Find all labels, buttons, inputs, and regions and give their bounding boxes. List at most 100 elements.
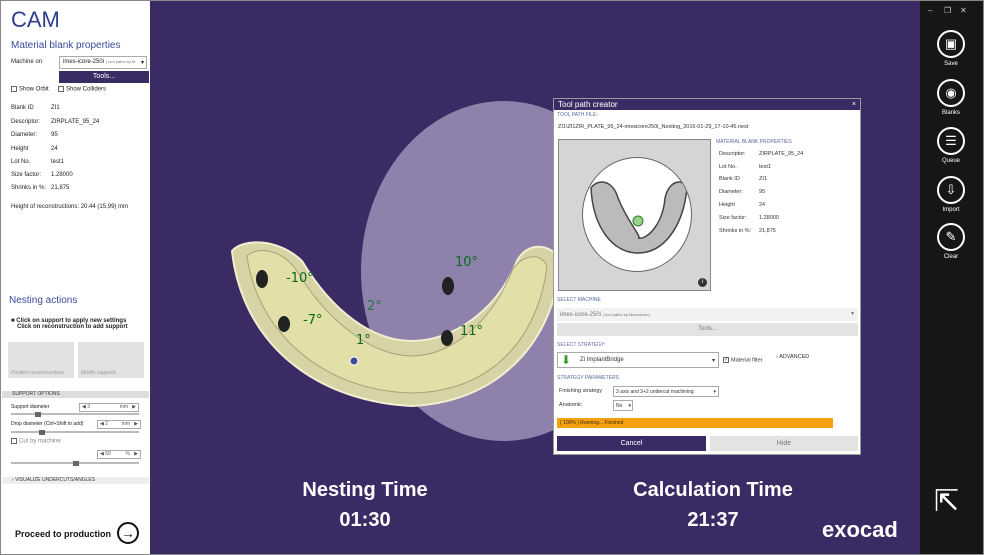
slider-handle[interactable]	[35, 412, 41, 417]
finishing-strategy-value: 3 axis and 3+2 undercut machining	[616, 389, 694, 395]
stepper-value: 2	[105, 421, 109, 427]
clear-icon: ✎	[937, 223, 965, 251]
drop-diameter-stepper[interactable]: ◀ 2 mm ▶	[97, 420, 141, 429]
blanks-button[interactable]: ◉ Blanks	[934, 79, 968, 116]
prop-label: Lot No.	[719, 164, 737, 170]
prop-value: 21,875	[759, 228, 776, 234]
tools-button[interactable]: Tools...	[59, 71, 149, 83]
material-filter-checkbox[interactable]: ✓ Material filter	[723, 357, 762, 363]
clear-button[interactable]: ✎ Clear	[934, 223, 968, 260]
angle-label: 2°	[367, 299, 382, 314]
support-options-header: SUPPORT OPTIONS	[2, 391, 149, 398]
cancel-button[interactable]: Cancel	[557, 436, 706, 451]
strategy-params-label: STRATEGY PARAMETERS	[557, 375, 619, 381]
close-icon[interactable]: ×	[852, 99, 856, 110]
prop-label: Diameter:	[11, 132, 38, 138]
prop-value: 95	[759, 189, 766, 195]
percent-stepper[interactable]: ◀ 50% ▶	[97, 450, 141, 459]
angle-label: -10°	[286, 271, 314, 286]
progress-text: ( 100% ) Running... Finished	[560, 420, 624, 426]
prop-value: 1.28000	[759, 215, 779, 221]
restore-icon[interactable]: ❐	[944, 6, 951, 15]
calculation-time-label: Calculation Time	[633, 479, 793, 501]
support-diameter-label: Support diameter	[11, 404, 50, 410]
tools-button[interactable]: Tools...	[557, 323, 858, 336]
close-icon[interactable]: ✕	[960, 6, 967, 15]
prop-row: Height 24	[11, 146, 58, 152]
proceed-to-production-button[interactable]: →	[117, 522, 139, 544]
prop-label: Descriptor:	[719, 151, 746, 157]
chevron-down-icon: ▾	[713, 389, 716, 395]
chevron-down-icon: ▾	[140, 60, 144, 66]
machine-select[interactable]: imes-icore-250i ( tool paths by Mecadcom…	[557, 308, 858, 321]
strategy-value: Zi ImplantBridge	[580, 357, 624, 363]
nesting-time-value: 01:30	[339, 509, 391, 531]
anatomic-value: No	[616, 403, 623, 409]
machine-select[interactable]: imes-icore-250i ( tool paths by M ▾	[59, 56, 147, 69]
dialog-titlebar[interactable]: Tool path creator ×	[554, 99, 860, 110]
import-button[interactable]: ⇩ Import	[934, 176, 968, 213]
support-diameter-slider[interactable]	[11, 413, 139, 415]
chevron-down-icon: ▾	[711, 358, 715, 364]
cam-side-panel: CAM Material blank properties Machine on…	[1, 1, 150, 554]
nesting-hint: Click on reconstruction to add support	[17, 324, 128, 330]
show-orbit-checkbox[interactable]: Show Orbit	[11, 86, 49, 93]
strategy-select[interactable]: ⬇ Zi ImplantBridge ▾	[557, 352, 719, 368]
chevron-right-icon: ▶	[134, 451, 138, 457]
slider-handle[interactable]	[73, 461, 79, 466]
dlg-prop-row: Size factor: 1.28000	[719, 215, 779, 221]
anatomic-select[interactable]: No ▾	[613, 400, 633, 411]
dlg-prop-row: Height 24	[719, 202, 765, 208]
drop-diameter-slider[interactable]	[11, 431, 139, 433]
queue-label: Queue	[941, 158, 960, 164]
select-machine-label: SELECT MACHINE	[557, 297, 601, 303]
checkbox-box	[58, 86, 64, 92]
nesting-time-label: Nesting Time	[302, 479, 428, 501]
finishing-strategy-select[interactable]: 3 axis and 3+2 undercut machining ▾	[613, 386, 719, 397]
blank-props-label: MATERIAL BLANK PROPERTIES	[716, 139, 792, 145]
slider-handle[interactable]	[39, 430, 45, 435]
expand-icon[interactable]: ⇱	[934, 487, 959, 517]
checkbox-box	[11, 438, 17, 444]
import-label: Import	[942, 207, 960, 213]
exocad-logo: exocad	[822, 517, 898, 542]
modify-supports-button[interactable]: Modify supports	[78, 342, 144, 378]
angle-label: 1°	[356, 333, 371, 348]
implant-hole	[442, 277, 454, 295]
drop-diameter-label: Drop diameter (Ctrl+Shift to add)	[11, 421, 84, 427]
prop-label: Blank ID	[11, 105, 34, 111]
position-reconstructions-button[interactable]: Position reconstructions	[8, 342, 74, 378]
info-icon[interactable]: i	[698, 278, 707, 287]
stepper-value: 50	[105, 451, 111, 457]
dental-arch-model[interactable]	[222, 231, 562, 421]
minimize-icon[interactable]: –	[928, 6, 932, 15]
queue-button[interactable]: ☰ Queue	[934, 127, 968, 164]
chevron-right-icon: ▶	[134, 421, 138, 427]
nesting-actions-title: Nesting actions	[9, 295, 78, 306]
machine-select-value: imes-icore-250i	[63, 59, 105, 65]
tool-path-file-label: TOOL PATH FILE:	[557, 112, 598, 118]
dlg-prop-row: Shrinks in %: 21,875	[719, 228, 776, 234]
prop-label: Shrinks in %:	[11, 185, 47, 191]
machine-select-value: imes-icore-250i	[560, 312, 602, 318]
chevron-right-icon: ▶	[132, 404, 136, 410]
machine-select-note: ( tool paths by M	[105, 59, 136, 64]
show-orbit-label: Show Orbit	[19, 86, 49, 93]
show-colliders-checkbox[interactable]: Show Colliders	[58, 86, 106, 93]
implant-hole	[441, 330, 453, 346]
prop-value: 24	[51, 146, 58, 152]
support-diameter-stepper[interactable]: ◀ 3 mm ▶	[79, 403, 139, 412]
prop-label: Height	[11, 146, 29, 152]
save-button[interactable]: ▣ Save	[934, 30, 968, 67]
prop-label: Blank ID	[719, 176, 740, 182]
prop-value: 1.28000	[51, 172, 73, 178]
preview-disc	[582, 157, 692, 272]
chevron-right-icon: ›	[12, 477, 14, 483]
advanced-toggle[interactable]: › ADVANCED	[776, 354, 809, 360]
finishing-strategy-label: Finishing strategy	[559, 388, 603, 394]
visualize-undercuts-toggle[interactable]: › VISUALIZE UNDERCUTS/ANGLES	[2, 477, 149, 484]
hide-button[interactable]: Hide	[710, 436, 858, 451]
save-label: Save	[944, 61, 958, 67]
show-colliders-label: Show Colliders	[66, 86, 107, 93]
cut-by-machine-checkbox[interactable]: Cut by machine	[11, 438, 61, 445]
